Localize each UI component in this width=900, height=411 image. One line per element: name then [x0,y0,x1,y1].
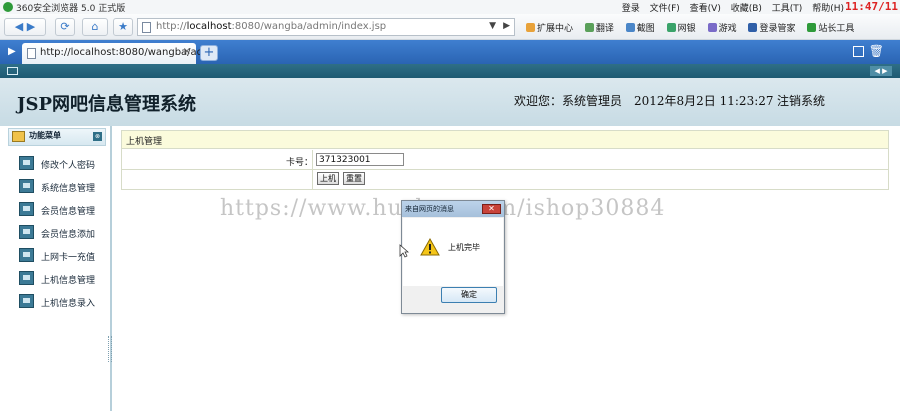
sidebar-item-label: 上机信息管理 [41,276,96,286]
monitor-icon [19,202,34,216]
collapse-icon[interactable]: ⊗ [93,132,102,141]
system-title: JSP网吧信息管理系统 [17,94,197,115]
card-row: 卡号： [122,150,888,170]
ok-button[interactable]: 确定 [441,287,497,303]
sidebar-item-label: 上网卡一充值 [41,253,96,263]
browser-toolbar: ◀ ▶ ⟳ ⌂ ★ http://localhost:8080/wangba/a… [0,14,900,40]
page-header: JSP网吧信息管理系统 欢迎您：系统管理员 2012年8月2日 11:23:27… [0,78,900,126]
browser-tools: 扩展中心 翻译 截图 网银 游戏 登录管家 站长工具 [526,21,863,34]
page-icon [142,22,151,33]
menu-login[interactable]: 登录 [622,4,640,14]
web-page: ◀ ▶ JSP网吧信息管理系统 欢迎您：系统管理员 2012年8月2日 11:2… [0,64,900,411]
dialog-body: 上机完毕 [403,218,503,286]
warning-icon [420,238,440,256]
menu-favorites[interactable]: 收藏(B) [731,4,762,14]
webmaster-icon [807,23,817,32]
back-arrow-icon[interactable]: ◀ [15,20,23,33]
reset-button[interactable]: 重置 [343,172,365,185]
home-button[interactable]: ⌂ [82,18,108,36]
strip-arrows-icon[interactable]: ◀ ▶ [870,66,892,76]
page-icon [27,48,36,59]
tool-login-manager[interactable]: 登录管家 [748,23,795,34]
tool-webmaster[interactable]: 站长工具 [807,23,854,34]
tab-bar: ▶ http://localhost:8080/wangba/ad... × +… [0,40,900,64]
bank-icon [666,23,676,32]
browser-app-title: 360安全浏览器 5.0 正式版 [16,4,126,14]
screen-clock: 11:47/11 [845,0,898,13]
go-arrow-icon[interactable]: ▶ [503,21,510,31]
sidebar-item-label: 上机信息录入 [41,299,96,309]
tool-bank[interactable]: 网银 [666,23,696,34]
close-icon[interactable]: × [183,46,191,57]
monitor-icon [19,294,34,308]
sidebar-item-label: 会员信息添加 [41,230,96,240]
tool-extensions[interactable]: 扩展中心 [526,23,573,34]
sidebar-splitter[interactable] [108,336,112,362]
tool-screenshot[interactable]: 截图 [625,23,655,34]
home-icon: ⌂ [91,20,99,33]
sidebar-item-label: 会员信息管理 [41,207,96,217]
menu-file[interactable]: 文件(F) [650,4,680,14]
card-number-input[interactable] [316,153,404,166]
sidebar-header: 功能菜单 ⊗ [8,128,106,146]
refresh-button[interactable]: ⟳ [55,18,75,36]
dialog-title: 来自网页的消息 [405,205,454,213]
browser-logo-icon [3,2,13,12]
monitor-icon [19,156,34,170]
menu-tools[interactable]: 工具(T) [772,4,803,14]
monitor-icon [19,248,34,262]
sidebar-header-title: 功能菜单 [29,131,61,140]
sidebar-item-label: 修改个人密码 [41,161,96,171]
browser-titlebar: 360安全浏览器 5.0 正式版 登录 文件(F) 查看(V) 收藏(B) 工具… [0,0,900,14]
browser-menu: 登录 文件(F) 查看(V) 收藏(B) 工具(T) 帮助(H) [615,1,844,14]
mouse-cursor-icon [399,244,409,258]
window-restore-icon[interactable] [853,46,864,57]
strip-icon [7,67,18,75]
alert-dialog: 来自网页的消息 ✕ 上机完毕 确定 [401,200,505,314]
session-form-panel: 上机管理 卡号： 上机 重置 [121,130,889,190]
back-forward-button[interactable]: ◀ ▶ [4,18,46,36]
address-url[interactable]: http://localhost:8080/wangba/admin/index… [156,21,386,32]
welcome-text: 欢迎您：系统管理员 2012年8月2日 11:23:27 [514,94,774,108]
sidebar-item-label: 系统信息管理 [41,184,96,194]
menu-view[interactable]: 查看(V) [690,4,721,14]
trash-icon[interactable]: 🗑 [869,44,884,58]
chevron-down-icon[interactable]: ▼ [489,21,496,31]
monitor-icon [19,225,34,239]
menu-help[interactable]: 帮助(H) [812,4,844,14]
menu-folder-icon [12,131,25,142]
refresh-icon: ⟳ [60,20,70,33]
tool-games[interactable]: 游戏 [707,23,737,34]
logout-link[interactable]: 注销系统 [777,92,825,109]
favorite-button[interactable]: ★ [113,18,133,36]
key-icon [748,23,758,32]
card-number-label: 卡号： [286,158,314,168]
dialog-title-bar: 来自网页的消息 ✕ [402,201,504,217]
address-bar[interactable]: http://localhost:8080/wangba/admin/index… [137,18,515,36]
games-icon [707,23,717,32]
dialog-close-icon[interactable]: ✕ [482,204,501,214]
tab-active[interactable]: http://localhost:8080/wangba/ad... × [22,43,213,64]
forward-arrow-icon[interactable]: ▶ [27,20,35,33]
monitor-icon [19,179,34,193]
tool-translate[interactable]: 翻译 [584,23,614,34]
panel-title: 上机管理 [126,137,163,147]
translate-icon [584,23,594,32]
start-session-button[interactable]: 上机 [317,172,339,185]
star-icon: ★ [118,20,128,33]
dialog-message: 上机完毕 [448,243,480,252]
new-tab-button[interactable]: + [200,45,218,61]
monitor-icon [19,271,34,285]
top-strip: ◀ ▶ [0,64,900,78]
sidebar: 功能菜单 ⊗ 修改个人密码 系统信息管理 会员信息管理 会员信息添加 上网卡一充… [0,126,112,411]
panel-title-bar: 上机管理 [122,131,888,149]
extensions-icon [526,23,535,32]
sidebar-toggle-icon[interactable]: ▶ [8,46,16,57]
screenshot-icon [625,23,635,32]
column-divider [312,150,313,190]
